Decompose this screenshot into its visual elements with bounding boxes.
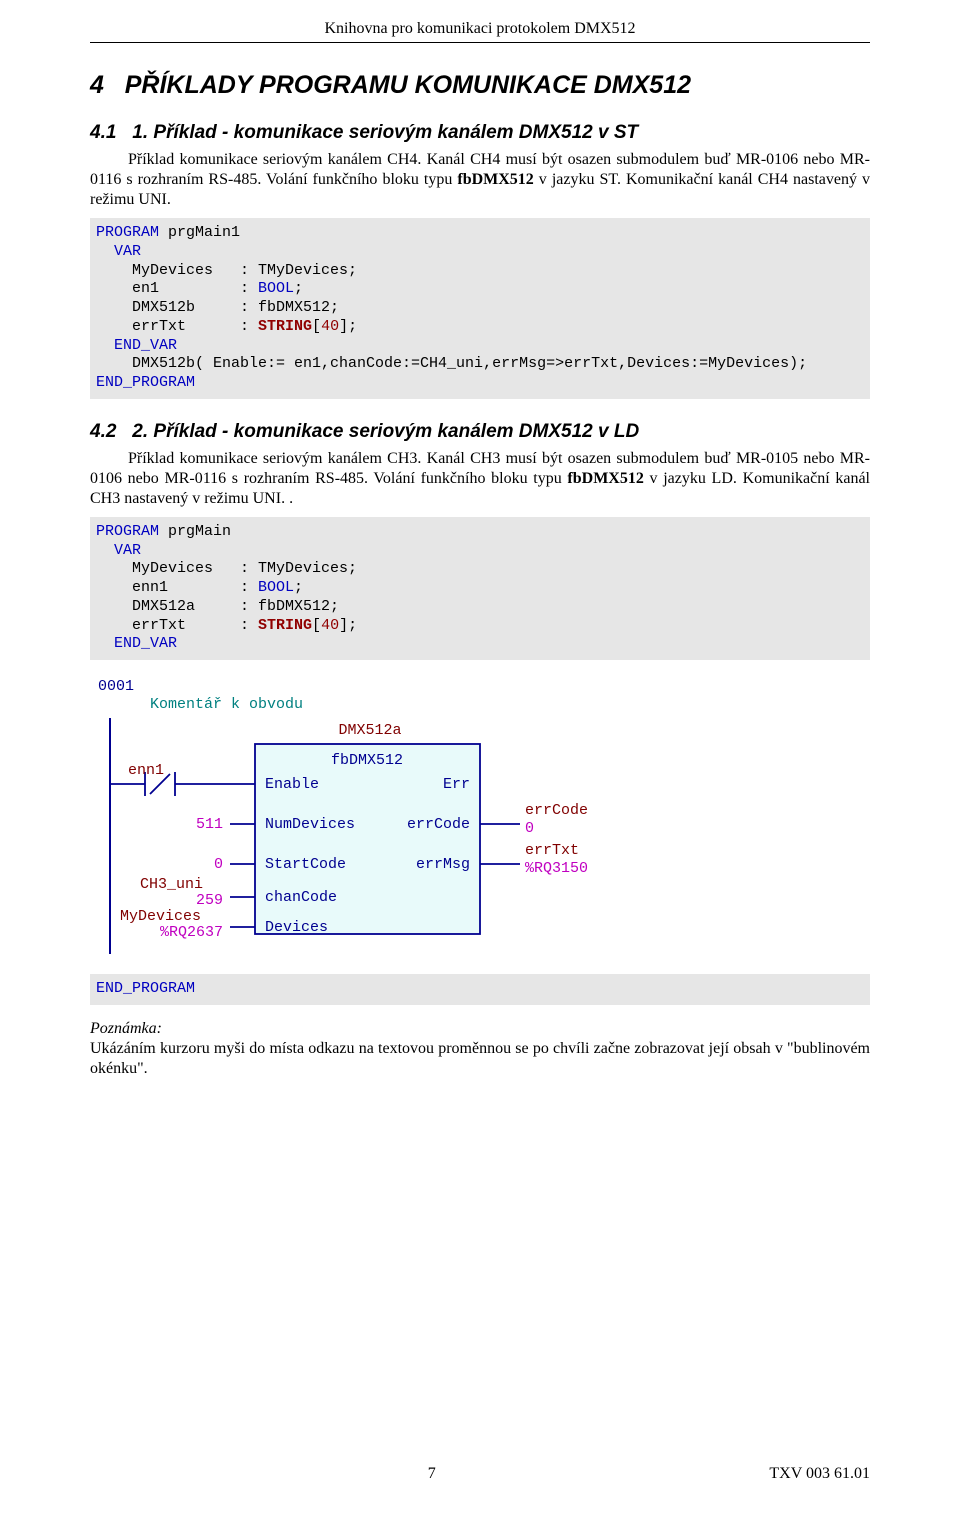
ld-pin-startcode: StartCode: [265, 856, 346, 873]
ld-comment: Komentář k obvodu: [150, 696, 303, 713]
ld-pin-errmsg: errMsg: [416, 856, 470, 873]
code-token: END_VAR: [96, 337, 177, 354]
ld-errmsg-dst: errTxt: [525, 842, 579, 859]
ld-errcode-dst: errCode: [525, 802, 588, 819]
code-token: END_PROGRAM: [96, 980, 195, 997]
section-4-2-num: 4.2: [90, 421, 116, 442]
code-token: MyDevices : TMyDevices;: [96, 262, 357, 279]
ld-pin-devices: Devices: [265, 919, 328, 936]
code-token: [: [312, 617, 321, 634]
section-4-2-title: Příklad - komunikace seriovým kanálem DM…: [153, 421, 639, 442]
code-token: DMX512b( Enable:= en1,chanCode:=CH4_uni,…: [96, 355, 807, 372]
ld-instance: DMX512a: [338, 722, 401, 739]
ld-chancode-val: 259: [196, 892, 223, 909]
code-token: ];: [339, 617, 357, 634]
code-block-endprogram: END_PROGRAM: [90, 974, 870, 1005]
ld-pin-chancode: chanCode: [265, 889, 337, 906]
code-token: END_PROGRAM: [96, 374, 195, 391]
code-token: ;: [294, 579, 303, 596]
code-token: DMX512a : fbDMX512;: [96, 598, 339, 615]
ld-pin-errcode: errCode: [407, 816, 470, 833]
note-paragraph: Poznámka: Ukázáním kurzoru myši do místa…: [90, 1019, 870, 1079]
header-rule: [90, 42, 870, 43]
footer-page-number: 7: [428, 1465, 436, 1483]
code-token: en1 :: [96, 280, 258, 297]
section-4-2-heading: 4.2 2. Příklad - komunikace seriovým kan…: [90, 421, 870, 443]
code-block-st: PROGRAM prgMain1 VAR MyDevices : TMyDevi…: [90, 218, 870, 399]
section-4-1-heading: 4.1 1. Příklad - komunikace seriovým kan…: [90, 122, 870, 144]
ld-enn1: enn1: [128, 762, 164, 779]
code-token: errTxt :: [96, 617, 258, 634]
ld-devices-addr: %RQ2637: [160, 924, 223, 941]
code-token: PROGRAM: [96, 523, 159, 540]
note-label: Poznámka:: [90, 1020, 162, 1037]
ld-pin-numdevices: NumDevices: [265, 816, 355, 833]
code-token: MyDevices : TMyDevices;: [96, 560, 357, 577]
code-token: errTxt :: [96, 318, 258, 335]
code-token: prgMain: [159, 523, 231, 540]
footer-spacer: [90, 1465, 94, 1483]
code-token: END_VAR: [96, 635, 177, 652]
ld-pin-err: Err: [443, 776, 470, 793]
ld-net-num: 0001: [98, 678, 134, 695]
footer-doc-number: TXV 003 61.01: [769, 1465, 870, 1483]
code-token: ];: [339, 318, 357, 335]
ld-errmsg-addr: %RQ3150: [525, 860, 588, 877]
section-4-num: 4: [90, 71, 104, 99]
ld-devices-src: MyDevices: [120, 908, 201, 925]
code-token: [: [312, 318, 321, 335]
code-token: 40: [321, 617, 339, 634]
code-token: STRING: [258, 318, 312, 335]
section-4-2-paragraph: Příklad komunikace seriovým kanálem CH3.…: [90, 449, 870, 509]
ld-svg: 0001 Komentář k obvodu DMX512a fbDMX512 …: [90, 674, 690, 964]
page-header: Knihovna pro komunikaci protokolem DMX51…: [90, 20, 870, 38]
section-4-1-num: 4.1: [90, 122, 116, 143]
ld-chancode-src: CH3_uni: [140, 876, 203, 893]
ld-numdevices-val: 511: [196, 816, 223, 833]
section-4-1-enum: 1.: [132, 122, 148, 143]
ld-pin-enable: Enable: [265, 776, 319, 793]
code-token: VAR: [96, 243, 141, 260]
page-footer: 7 TXV 003 61.01: [90, 1465, 870, 1483]
code-token: enn1 :: [96, 579, 258, 596]
section-4-1-paragraph: Příklad komunikace seriovým kanálem CH4.…: [90, 150, 870, 210]
ld-errcode-val: 0: [525, 820, 534, 837]
p-4-2-bold: fbDMX512: [567, 470, 643, 487]
section-4-title: PŘÍKLADY PROGRAMU KOMUNIKACE DMX512: [125, 71, 691, 99]
ld-startcode-val: 0: [214, 856, 223, 873]
code-block-ld-decl: PROGRAM prgMain VAR MyDevices : TMyDevic…: [90, 517, 870, 660]
code-token: prgMain1: [159, 224, 240, 241]
code-token: STRING: [258, 617, 312, 634]
section-4-heading: 4 PŘÍKLADY PROGRAMU KOMUNIKACE DMX512: [90, 71, 870, 100]
code-token: PROGRAM: [96, 224, 159, 241]
section-4-2-enum: 2.: [132, 421, 148, 442]
code-token: BOOL: [258, 579, 294, 596]
ld-fb-type: fbDMX512: [331, 752, 403, 769]
code-token: ;: [294, 280, 303, 297]
p-4-1-bold: fbDMX512: [457, 171, 533, 188]
code-token: VAR: [96, 542, 141, 559]
code-token: DMX512b : fbDMX512;: [96, 299, 339, 316]
section-4-1-title: Příklad - komunikace seriovým kanálem DM…: [153, 122, 638, 143]
ladder-diagram: 0001 Komentář k obvodu DMX512a fbDMX512 …: [90, 674, 870, 964]
note-text: Ukázáním kurzoru myši do místa odkazu na…: [90, 1040, 870, 1077]
code-token: 40: [321, 318, 339, 335]
code-token: BOOL: [258, 280, 294, 297]
